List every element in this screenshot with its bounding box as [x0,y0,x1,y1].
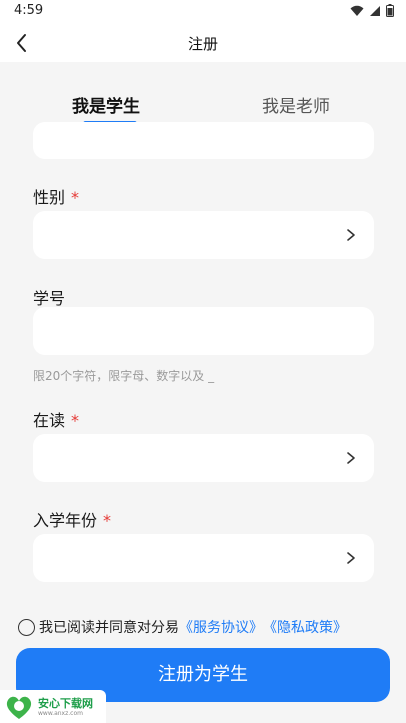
privacy-policy-link[interactable]: 《隐私政策》 [263,617,347,637]
wifi-icon [350,5,364,16]
required-mark: * [71,188,80,207]
student-id-label-text: 学号 [33,289,66,308]
gender-label-text: 性别 [33,188,66,207]
agreement-radio[interactable] [18,618,35,636]
status-icons [350,4,394,17]
gender-label: 性别 * [33,184,79,208]
tab-student[interactable]: 我是学生 [72,92,140,117]
chevron-right-icon [347,229,355,241]
watermark-url: www.anxz.com [38,710,83,717]
enrollment-select[interactable] [33,434,374,482]
entry-year-select[interactable] [33,534,374,582]
signal-icon [370,5,380,16]
watermark-name: 安心下载网 [38,697,93,710]
enrollment-label-text: 在读 [33,411,66,430]
status-bar: 4:59 [0,0,406,24]
tab-teacher[interactable]: 我是老师 [262,92,330,117]
previous-field-input[interactable] [33,122,374,159]
gender-select[interactable] [33,211,374,259]
entry-year-label: 入学年份 * [33,507,111,531]
battery-icon [386,4,394,17]
page-title: 注册 [187,35,218,53]
enrollment-label: 在读 * [33,407,79,431]
status-time: 4:59 [14,3,44,18]
watermark: 安心下载网 www.anxz.com [0,690,106,723]
required-mark: * [71,411,80,430]
required-mark: * [103,511,112,530]
chevron-right-icon [347,552,355,564]
service-agreement-link[interactable]: 《服务协议》 [179,617,263,637]
agreement-row: 我已阅读并同意对分易 《服务协议》 《隐私政策》 [18,617,347,637]
entry-year-label-text: 入学年份 [33,511,98,530]
chevron-right-icon [347,452,355,464]
nav-bar: 注册 [0,24,406,62]
student-id-label: 学号 [33,285,65,309]
registration-form: 性别 * 学号 限20个字符，限字母、数字以及 _ 在读 * 入学年份 * [0,122,406,602]
student-id-hint: 限20个字符，限字母、数字以及 _ [33,369,215,383]
agreement-text: 我已阅读并同意对分易 [39,620,179,636]
watermark-logo-icon [6,696,32,719]
student-id-input[interactable] [33,307,374,355]
